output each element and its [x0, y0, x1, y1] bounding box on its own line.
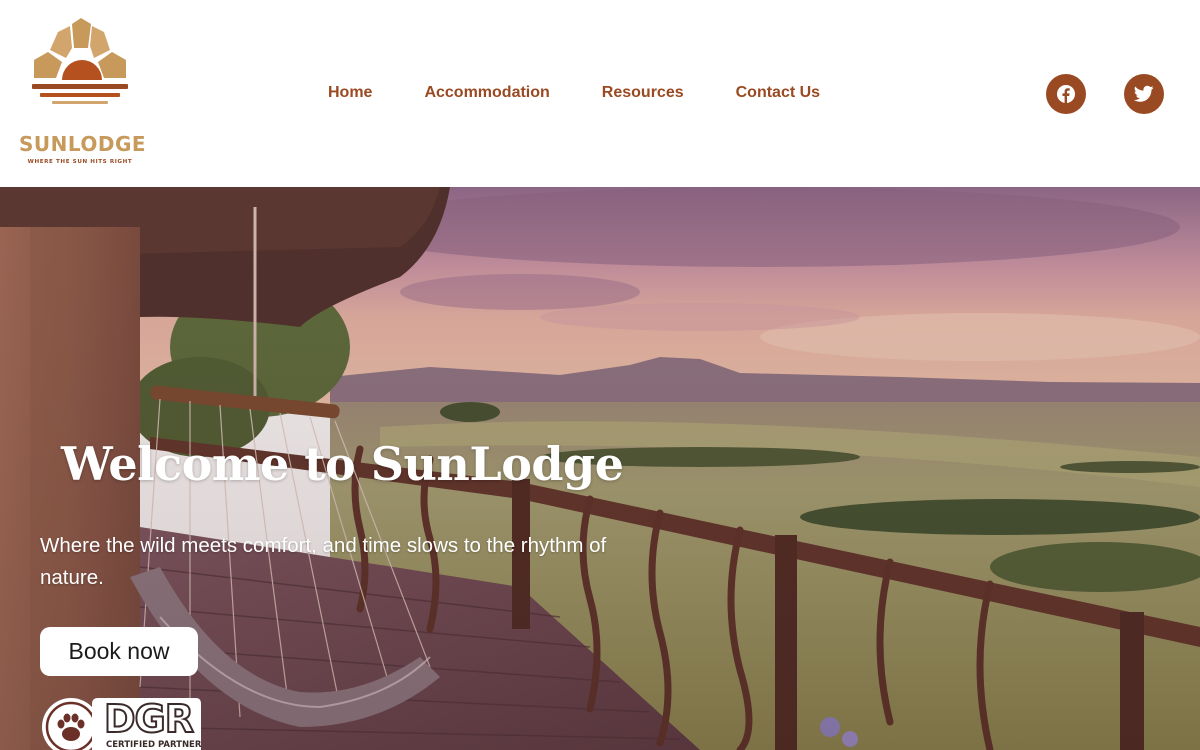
nav-resources[interactable]: Resources: [602, 84, 684, 102]
twitter-icon: [1134, 85, 1154, 102]
logo[interactable]: SUNLODGE WHERE THE SUN HITS RIGHT: [18, 18, 147, 170]
nav-accommodation[interactable]: Accommodation: [424, 84, 549, 102]
badge-subtext: CERTIFIED PARTNER: [106, 740, 202, 750]
sun-logo-icon: [32, 18, 128, 104]
hero-title: Welcome to SunLodge: [61, 437, 624, 491]
badge-text: DGR: [103, 696, 195, 742]
facebook-icon: [1057, 85, 1075, 103]
nav-home[interactable]: Home: [328, 84, 372, 102]
nav-contact-us[interactable]: Contact Us: [736, 84, 820, 102]
site-header: SUNLODGE WHERE THE SUN HITS RIGHT Home A…: [0, 0, 1200, 187]
brand-tagline: WHERE THE SUN HITS RIGHT: [27, 159, 133, 165]
hero-subtitle: Where the wild meets comfort, and time s…: [40, 534, 607, 589]
hero-section: Welcome to SunLodge Where the wild meets…: [0, 187, 1200, 750]
brand-name: SUNLODGE: [19, 132, 147, 156]
main-nav: Home Accommodation Resources Contact Us: [328, 84, 820, 102]
book-now-button[interactable]: Book now: [40, 627, 198, 676]
dgr-certified-badge: DGR CERTIFIED PARTNER: [40, 696, 202, 750]
facebook-button[interactable]: [1046, 74, 1086, 114]
twitter-button[interactable]: [1124, 74, 1164, 114]
